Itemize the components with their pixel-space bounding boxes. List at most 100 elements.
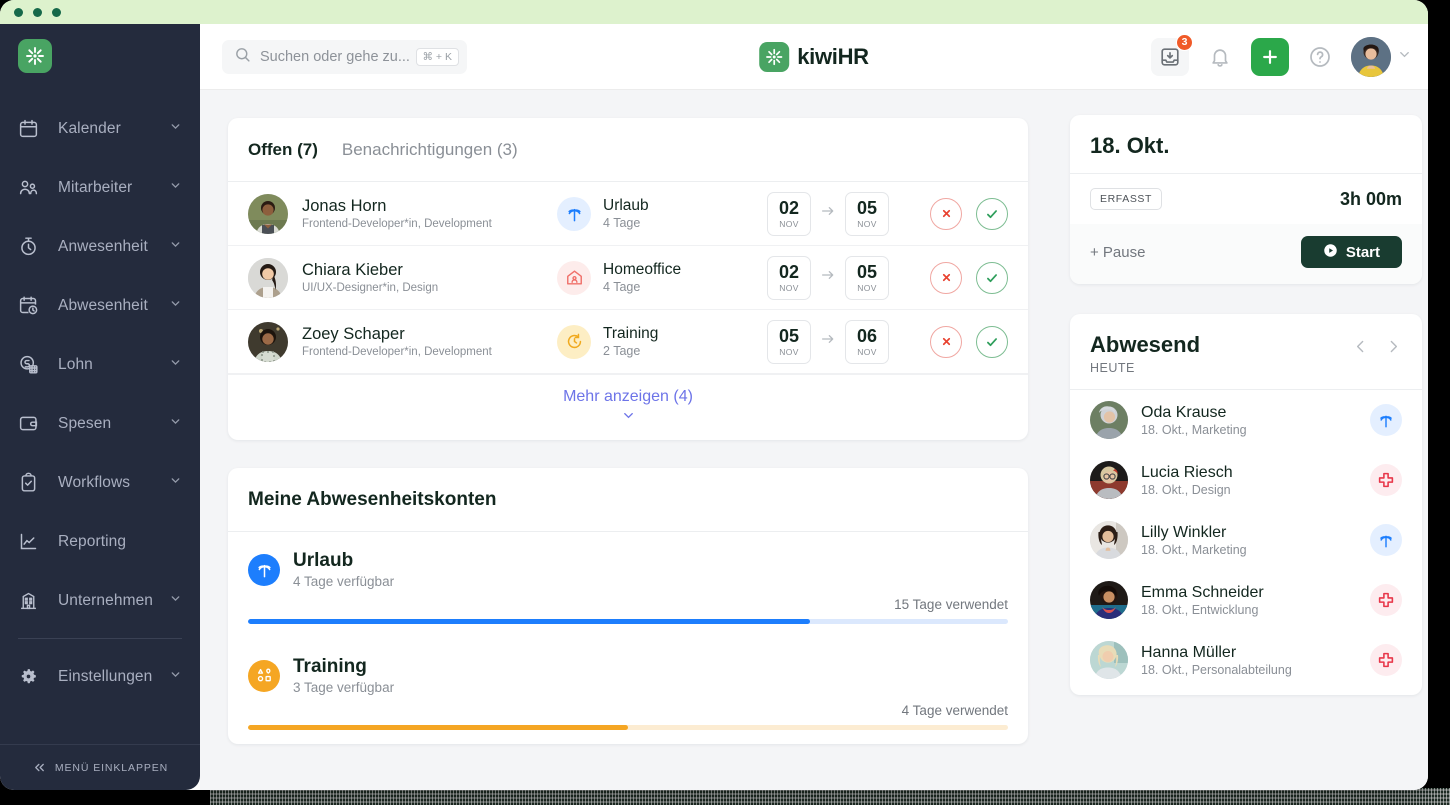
search-icon: [234, 46, 251, 68]
approve-button[interactable]: [976, 197, 1008, 230]
sidebar-item-einstellungen[interactable]: Einstellungen: [0, 647, 200, 706]
gear-icon: [18, 665, 44, 689]
sidebar-item-spesen[interactable]: Spesen: [0, 394, 200, 453]
create-button[interactable]: [1251, 37, 1289, 76]
absent-person-meta: 18. Okt., Design: [1141, 482, 1231, 497]
list-item[interactable]: Lilly Winkler 18. Okt., Marketing: [1070, 510, 1422, 570]
sidebar-item-lohn[interactable]: Lohn: [0, 335, 200, 394]
building-icon: [18, 589, 44, 613]
start-button-label: Start: [1345, 243, 1380, 261]
chevron-down-icon: [169, 238, 182, 256]
progress-bar: [248, 725, 1008, 730]
start-button[interactable]: Start: [1300, 236, 1402, 268]
sidebar-item-label: Spesen: [58, 414, 112, 432]
add-pause-button[interactable]: + Pause: [1090, 244, 1145, 261]
chart-line-icon: [18, 530, 44, 554]
sidebar-logo[interactable]: [0, 24, 200, 73]
date-to: 05 NOV: [845, 255, 889, 300]
reject-button[interactable]: [930, 261, 962, 294]
stopwatch-icon: [18, 235, 44, 259]
window-controls[interactable]: [14, 8, 61, 17]
chevron-right-icon[interactable]: [1385, 338, 1402, 360]
calendar-icon: [18, 117, 44, 141]
employee-role: Frontend-Developer*in, Development: [302, 346, 492, 358]
sidebar-item-label: Abwesenheit: [58, 296, 148, 314]
medical-cross-icon: [1370, 644, 1402, 676]
inbox-badge: 3: [1176, 33, 1193, 51]
palm-tree-icon: [1370, 524, 1402, 556]
inbox-button[interactable]: 3: [1151, 33, 1193, 76]
avatar: [248, 193, 288, 234]
table-row[interactable]: Zoey Schaper Frontend-Developer*in, Deve…: [228, 310, 1028, 374]
window-minimize-dot[interactable]: [33, 8, 42, 17]
request-actions: [930, 197, 1008, 230]
palm-tree-icon: [1370, 404, 1402, 436]
tab-benachrichtigungen[interactable]: Benachrichtigungen (3): [342, 140, 518, 160]
right-column: 18. Okt. ERFASST 3h 00m + Pause Start Ab…: [1070, 115, 1422, 695]
tab-offen[interactable]: Offen (7): [248, 140, 318, 160]
approve-button[interactable]: [976, 261, 1008, 294]
progress-bar: [248, 619, 1008, 624]
calendar-clock-icon: [18, 294, 44, 318]
clock-arrow-icon: [557, 324, 591, 359]
approve-button[interactable]: [976, 325, 1008, 358]
date-day: 02: [778, 261, 800, 282]
window-close-dot[interactable]: [14, 8, 23, 17]
absence-account-available: 4 Tage verfügbar: [293, 574, 395, 589]
chevrons-left-icon: [32, 760, 47, 775]
list-item[interactable]: Oda Krause 18. Okt., Marketing: [1070, 390, 1422, 450]
date-month: NOV: [857, 282, 877, 293]
window-maximize-dot[interactable]: [52, 8, 61, 17]
avatar: [1090, 401, 1128, 439]
chevron-down-icon: [169, 592, 182, 610]
search-input[interactable]: Suchen oder gehe zu... ⌘ + K: [222, 39, 467, 74]
sidebar-item-unternehmen[interactable]: Unternehmen: [0, 571, 200, 630]
date-month: NOV: [857, 218, 877, 229]
absence-account-urlaub[interactable]: Urlaub 4 Tage verfügbar 15 Tage verwende…: [228, 532, 1028, 638]
sidebar-item-abwesenheit[interactable]: Abwesenheit: [0, 276, 200, 335]
collapse-menu-button[interactable]: MENÜ EINKLAPPEN: [0, 744, 200, 790]
table-row[interactable]: Chiara Kieber UI/UX-Designer*in, Design: [228, 246, 1028, 310]
employee-role: Frontend-Developer*in, Development: [302, 218, 492, 230]
sidebar-item-label: Workflows: [58, 473, 131, 491]
sidebar-item-kalender[interactable]: Kalender: [0, 99, 200, 158]
user-menu[interactable]: [1351, 36, 1412, 77]
help-button[interactable]: [1301, 38, 1339, 76]
sidebar-item-label: Einstellungen: [58, 667, 153, 685]
reject-button[interactable]: [930, 197, 962, 230]
palm-tree-icon: [557, 196, 591, 231]
absence-account-used: 15 Tage verwendet: [894, 597, 1008, 612]
date-from: 02 NOV: [767, 255, 811, 300]
absence-account-used: 4 Tage verwendet: [901, 703, 1008, 718]
status-badge: ERFASST: [1090, 188, 1163, 210]
table-row[interactable]: Jonas Horn Frontend-Developer*in, Develo…: [228, 182, 1028, 246]
list-item[interactable]: Emma Schneider 18. Okt., Entwicklung: [1070, 570, 1422, 630]
date-day: 02: [778, 197, 800, 218]
collapse-menu-label: MENÜ EINKLAPPEN: [54, 761, 169, 774]
show-more-button[interactable]: Mehr anzeigen (4): [228, 374, 1028, 440]
reject-button[interactable]: [930, 325, 962, 358]
chevron-down-icon: [621, 408, 636, 428]
date-day: 06: [856, 325, 878, 346]
date-month: NOV: [779, 218, 799, 229]
medical-cross-icon: [1370, 464, 1402, 496]
absent-person-name: Lucia Riesch: [1141, 463, 1233, 481]
chevron-down-icon: [169, 297, 182, 315]
request-actions: [930, 325, 1008, 358]
notifications-button[interactable]: [1201, 38, 1239, 76]
sidebar-item-mitarbeiter[interactable]: Mitarbeiter: [0, 158, 200, 217]
request-type-text: Urlaub 4 Tage: [603, 197, 649, 230]
date-from: 05 NOV: [767, 319, 811, 364]
absent-person-name: Hanna Müller: [1141, 643, 1237, 661]
sidebar-item-anwesenheit[interactable]: Anwesenheit: [0, 217, 200, 276]
sidebar-item-label: Lohn: [58, 355, 93, 373]
list-item[interactable]: Lucia Riesch 18. Okt., Design: [1070, 450, 1422, 510]
chevron-left-icon[interactable]: [1352, 338, 1369, 360]
absent-person-name: Oda Krause: [1141, 403, 1227, 421]
sidebar-item-workflows[interactable]: Workflows: [0, 453, 200, 512]
absent-person-meta: 18. Okt., Personalabteilung: [1141, 662, 1292, 677]
sidebar-item-reporting[interactable]: Reporting: [0, 512, 200, 571]
requests-tabs: Offen (7) Benachrichtigungen (3): [228, 118, 1028, 182]
list-item[interactable]: Hanna Müller 18. Okt., Personalabteilung: [1070, 630, 1422, 695]
absence-account-training[interactable]: Training 3 Tage verfügbar 4 Tage verwend…: [228, 638, 1028, 744]
